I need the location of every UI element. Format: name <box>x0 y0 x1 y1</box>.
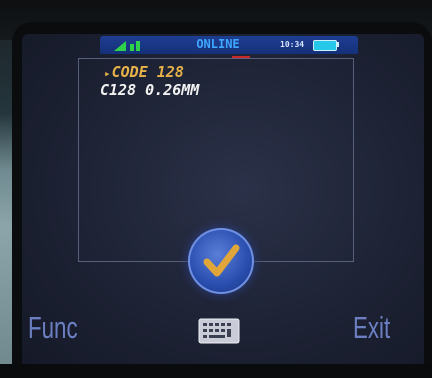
keyboard-icon[interactable] <box>198 318 240 344</box>
clock: 10:34 <box>280 40 305 49</box>
barcode-list-item[interactable]: ▸CODE 128 <box>104 64 199 82</box>
selection-marker-icon: ▸ <box>104 67 111 80</box>
barcode-list-item-label: CODE 128 <box>111 63 184 81</box>
barcode-list: ▸CODE 128 C128 0.26MM <box>100 64 199 99</box>
battery-terminal <box>337 42 339 47</box>
device-bottom-edge <box>0 364 432 378</box>
battery-icon <box>313 40 337 51</box>
checkmark-icon <box>203 244 240 277</box>
barcode-list-item-label: C128 0.26MM <box>100 81 200 99</box>
signal-strength-icon <box>114 41 140 51</box>
connection-status: ONLINE <box>196 37 240 51</box>
softkey-exit[interactable]: Exit <box>353 308 390 348</box>
confirm-button[interactable] <box>188 228 254 294</box>
softkey-func[interactable]: Func <box>28 308 78 348</box>
barcode-list-item[interactable]: C128 0.26MM <box>100 82 199 99</box>
